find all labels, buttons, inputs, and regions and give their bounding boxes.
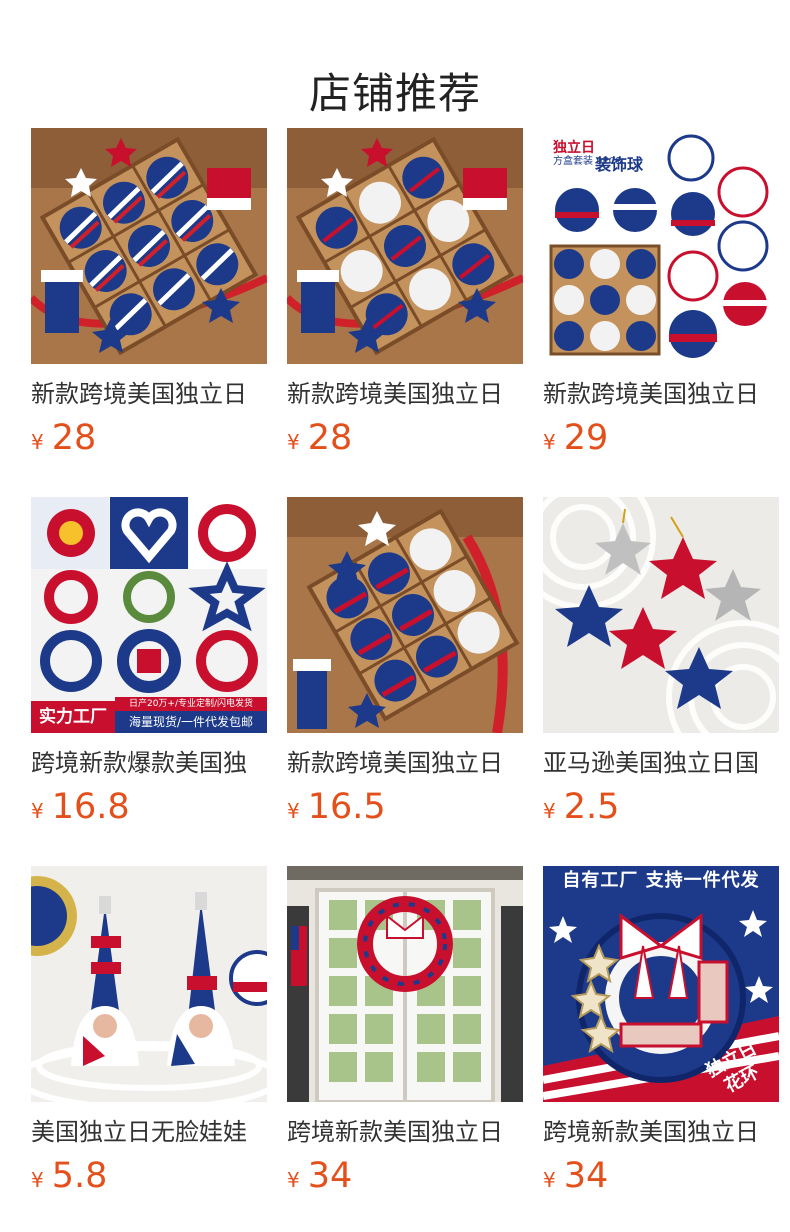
product-image[interactable] [287,497,523,733]
product-card[interactable]: 新款跨境美国独立日 ¥28 [287,128,523,458]
price-amount: 16.5 [307,787,386,827]
price-amount: 2.5 [563,787,620,827]
price-amount: 28 [307,418,353,458]
product-price: ¥29 [543,418,779,458]
currency-symbol: ¥ [31,430,44,454]
currency-symbol: ¥ [543,430,556,454]
product-name[interactable]: 跨境新款美国独立日 [543,1116,779,1148]
currency-symbol: ¥ [287,799,300,823]
product-name[interactable]: 美国独立日无脸娃娃 [31,1116,267,1148]
price-amount: 28 [51,418,97,458]
ornament-box-image [31,128,267,364]
star-ornaments-image [543,497,779,733]
product-card[interactable]: 实力工厂 日产20万+/专业定制/闪电发货 海量现货/一件代发包邮 跨境新款爆款… [31,497,267,827]
price-amount: 34 [563,1156,609,1196]
gnome-dolls-image [31,866,267,1102]
currency-symbol: ¥ [543,799,556,823]
ornament-box-image [287,497,523,733]
product-image[interactable]: 独立日 方盒套装 9PCS 装饰球 [543,128,779,364]
product-card[interactable]: 自有工厂 支持一件代发 独立日花环 跨境新款美国独立日 ¥34 [543,866,779,1196]
price-amount: 16.8 [51,787,130,827]
product-price: ¥2.5 [543,787,779,827]
product-name[interactable]: 跨境新款美国独立日 [287,1116,523,1148]
product-card[interactable]: 跨境新款美国独立日 ¥34 [287,866,523,1196]
product-card[interactable]: 亚马逊美国独立日国 ¥2.5 [543,497,779,827]
product-price: ¥16.8 [31,787,267,827]
currency-symbol: ¥ [543,1168,556,1192]
product-image[interactable] [31,866,267,1102]
product-image[interactable] [543,497,779,733]
image-title: 独立日 [553,140,595,156]
price-amount: 29 [563,418,609,458]
section-title: 店铺推荐 [308,69,481,119]
product-card[interactable]: 新款跨境美国独立日 ¥28 [31,128,267,458]
factory-badge-tag-top: 日产20万+/专业定制/闪电发货 [115,697,267,711]
product-name[interactable]: 亚马逊美国独立日国 [543,747,779,779]
product-name[interactable]: 新款跨境美国独立日 [543,378,779,410]
product-grid: 新款跨境美国独立日 ¥28 新款跨境美国独立日 ¥ 28 独立日 方盒套装 9P… [31,128,779,1196]
price-amount: 5.8 [51,1156,108,1196]
product-card[interactable]: 独立日 方盒套装 9PCS 装饰球 新款跨境美国独立日 ¥29 [543,128,779,458]
factory-badge-tag-bottom: 海量现货/一件代发包邮 [115,711,267,733]
product-price: ¥28 [287,418,523,458]
product-price: ¥16.5 [287,787,523,827]
product-name[interactable]: 新款跨境美国独立日 [287,747,523,779]
currency-symbol: ¥ [31,799,44,823]
product-price: ¥5.8 [31,1156,267,1196]
product-image[interactable] [287,128,523,364]
product-name[interactable]: 新款跨境美国独立日 [31,378,267,410]
product-image[interactable]: 实力工厂 日产20万+/专业定制/闪电发货 海量现货/一件代发包邮 [31,497,267,733]
currency-symbol: ¥ [287,1168,300,1192]
price-amount: 34 [307,1156,353,1196]
product-price: ¥34 [287,1156,523,1196]
product-price: ¥28 [31,418,267,458]
currency-symbol: ¥ [287,430,300,454]
factory-badge-label: 实力工厂 [31,701,115,733]
currency-symbol: ¥ [31,1168,44,1192]
product-card[interactable]: 新款跨境美国独立日 ¥16.5 [287,497,523,827]
product-price: ¥34 [543,1156,779,1196]
image-title-2: 装饰球 [595,155,644,174]
image-banner: 自有工厂 支持一件代发 [562,870,760,891]
door-wreath-image [287,866,523,1102]
product-image[interactable]: 自有工厂 支持一件代发 独立日花环 [543,866,779,1102]
ornament-box-image [287,128,523,364]
product-card[interactable]: 美国独立日无脸娃娃 ¥5.8 [31,866,267,1196]
product-image[interactable] [31,128,267,364]
recommend-page: 店铺推荐 新款跨境美国独立日 ¥ 28 新款跨境美国独立日 ¥ 28 独立日 方… [0,0,790,1232]
product-image[interactable] [287,866,523,1102]
product-name[interactable]: 跨境新款爆款美国独 [31,747,267,779]
factory-badge: 实力工厂 日产20万+/专业定制/闪电发货 海量现货/一件代发包邮 [31,697,267,733]
product-name[interactable]: 新款跨境美国独立日 [287,378,523,410]
